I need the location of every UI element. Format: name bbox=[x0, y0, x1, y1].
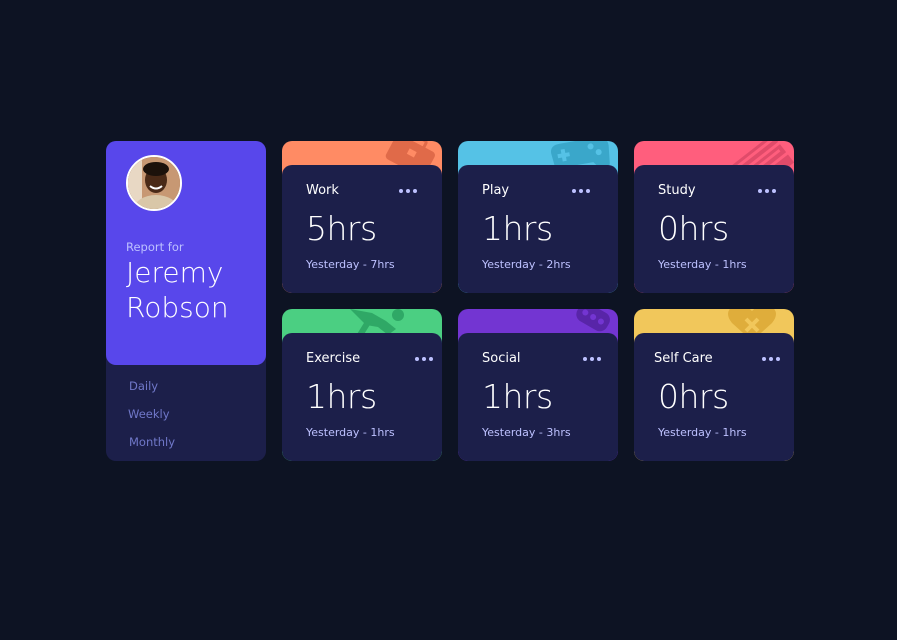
card-work-menu-icon[interactable] bbox=[398, 182, 418, 198]
avatar bbox=[126, 155, 182, 211]
card-exercise-hours: 1hrs bbox=[306, 377, 377, 416]
card-exercise-previous: Yesterday - 1hrs bbox=[306, 426, 395, 439]
card-self-care-hours: 0hrs bbox=[658, 377, 729, 416]
card-exercise-title: Exercise bbox=[306, 351, 361, 366]
card-play-menu-icon[interactable] bbox=[571, 182, 591, 198]
card-self-care-previous: Yesterday - 1hrs bbox=[658, 426, 747, 439]
card-exercise-menu-icon[interactable] bbox=[414, 350, 434, 366]
card-play: Play 1hrs Yesterday - 2hrs bbox=[458, 141, 618, 293]
card-self-care-menu-icon[interactable] bbox=[761, 350, 781, 366]
card-study-body[interactable]: Study 0hrs Yesterday - 1hrs bbox=[634, 165, 794, 293]
period-daily[interactable]: Daily bbox=[129, 379, 158, 393]
card-work-title: Work bbox=[306, 183, 339, 198]
card-social: Social 1hrs Yesterday - 3hrs bbox=[458, 309, 618, 461]
card-work: Work 5hrs Yesterday - 7hrs bbox=[282, 141, 442, 293]
card-play-previous: Yesterday - 2hrs bbox=[482, 258, 571, 271]
period-monthly[interactable]: Monthly bbox=[129, 435, 175, 449]
card-study-previous: Yesterday - 1hrs bbox=[658, 258, 747, 271]
report-for-label: Report for bbox=[126, 240, 184, 254]
card-social-body[interactable]: Social 1hrs Yesterday - 3hrs bbox=[458, 333, 618, 461]
card-study-hours: 0hrs bbox=[658, 209, 729, 248]
card-social-previous: Yesterday - 3hrs bbox=[482, 426, 571, 439]
card-work-previous: Yesterday - 7hrs bbox=[306, 258, 395, 271]
card-play-hours: 1hrs bbox=[482, 209, 553, 248]
user-last-name: Robson bbox=[126, 291, 229, 324]
card-social-menu-icon[interactable] bbox=[582, 350, 602, 366]
card-social-title: Social bbox=[482, 351, 521, 366]
card-study-menu-icon[interactable] bbox=[757, 182, 777, 198]
card-play-title: Play bbox=[482, 183, 510, 198]
card-work-hours: 5hrs bbox=[306, 209, 377, 248]
card-exercise-body[interactable]: Exercise 1hrs Yesterday - 1hrs bbox=[282, 333, 442, 461]
profile-header: Report for Jeremy Robson bbox=[106, 141, 266, 365]
card-self-care-title: Self Care bbox=[654, 351, 713, 366]
user-name: Jeremy Robson bbox=[126, 255, 261, 325]
user-first-name: Jeremy bbox=[126, 256, 224, 289]
card-self-care-body[interactable]: Self Care 0hrs Yesterday - 1hrs bbox=[634, 333, 794, 461]
period-weekly[interactable]: Weekly bbox=[128, 407, 170, 421]
card-work-body[interactable]: Work 5hrs Yesterday - 7hrs bbox=[282, 165, 442, 293]
card-exercise: Exercise 1hrs Yesterday - 1hrs bbox=[282, 309, 442, 461]
profile-card: Report for Jeremy Robson Daily Weekly Mo… bbox=[106, 141, 266, 461]
card-study-title: Study bbox=[658, 183, 696, 198]
card-self-care: Self Care 0hrs Yesterday - 1hrs bbox=[634, 309, 794, 461]
card-play-body[interactable]: Play 1hrs Yesterday - 2hrs bbox=[458, 165, 618, 293]
card-social-hours: 1hrs bbox=[482, 377, 553, 416]
card-study: Study 0hrs Yesterday - 1hrs bbox=[634, 141, 794, 293]
